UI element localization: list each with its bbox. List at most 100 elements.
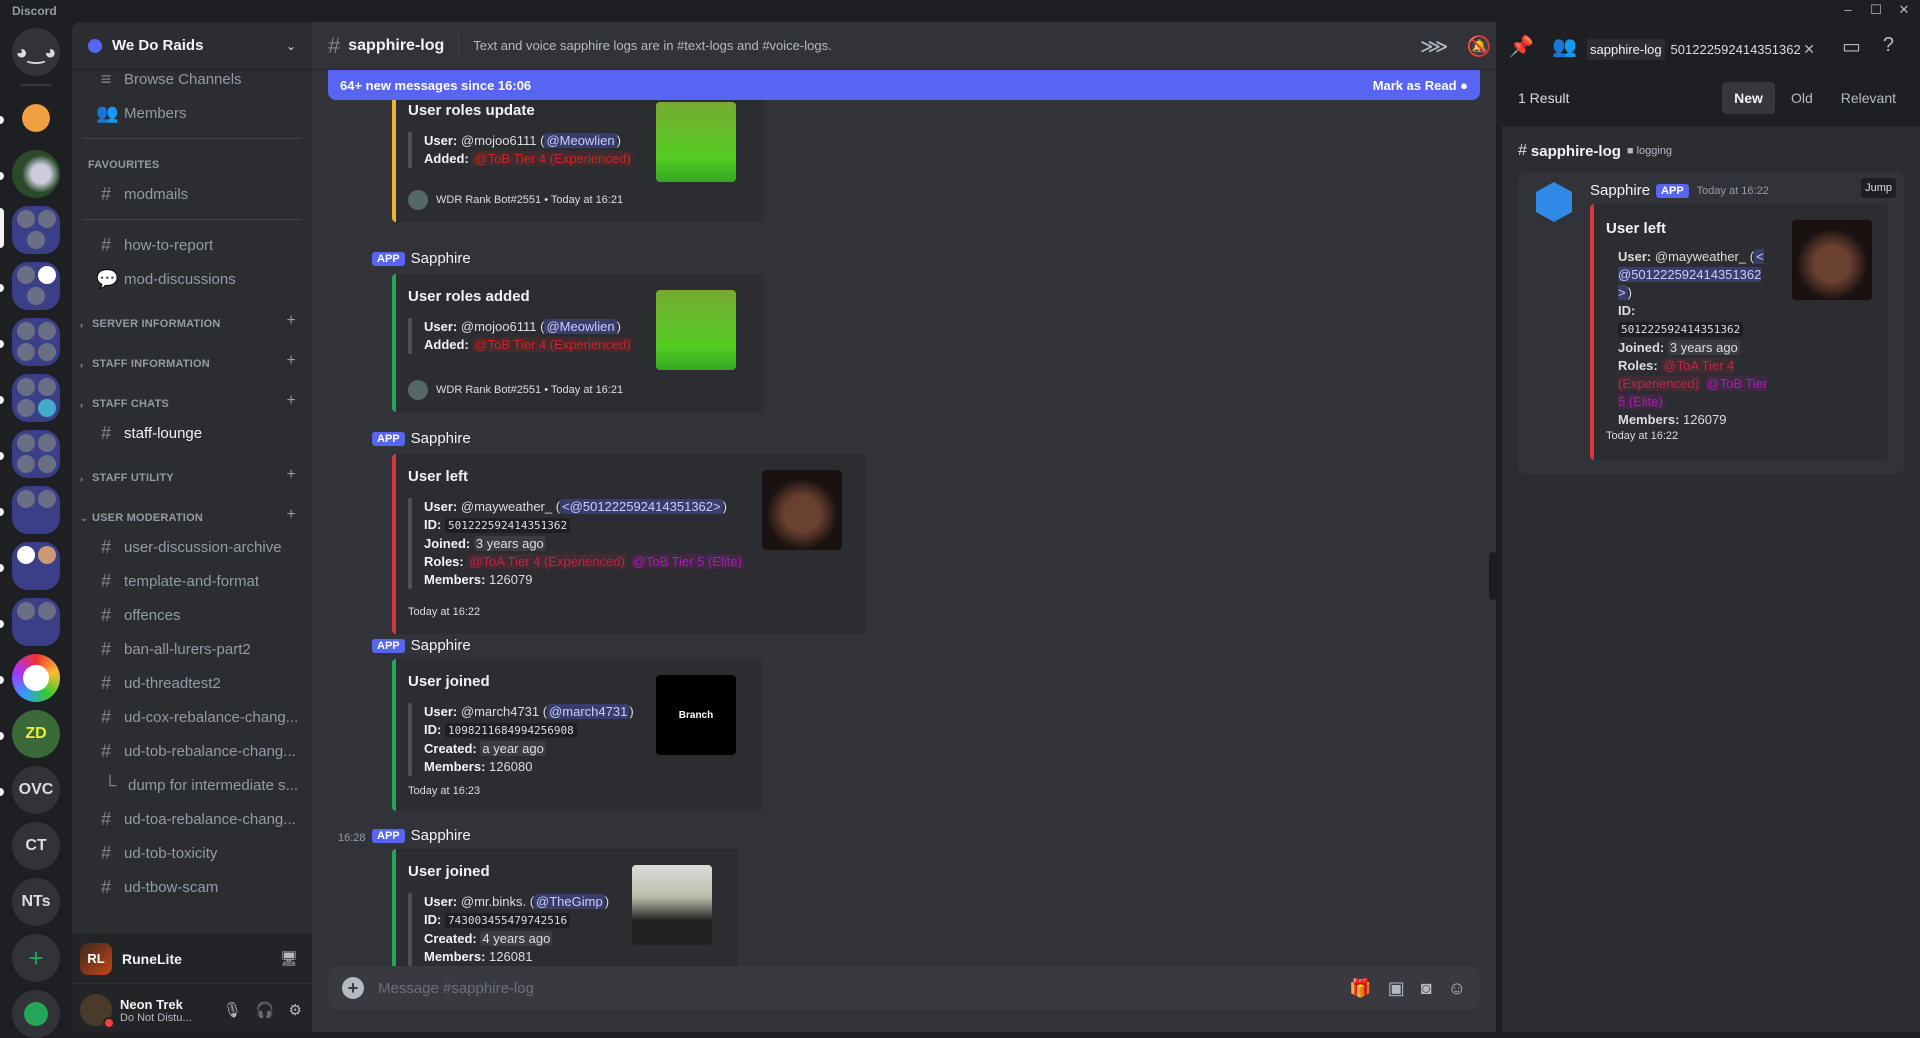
user-mention[interactable]: @Meowlien xyxy=(544,319,617,334)
embed-thumbnail[interactable] xyxy=(656,290,736,370)
role-mention[interactable]: @ToB Tier 4 (Experienced) xyxy=(472,151,633,166)
channel-mod-discussions[interactable]: 💬 mod-discussions xyxy=(80,262,304,296)
result-channel[interactable]: # sapphire-log ■ logging xyxy=(1518,142,1672,160)
search-box[interactable]: sapphire-log 501222592414351362 ✕ xyxy=(1583,35,1823,63)
channel-item[interactable]: # ud-tbow-scam xyxy=(80,870,304,904)
server-folder-5[interactable] xyxy=(12,430,60,478)
channel-staff-lounge[interactable]: # staff-lounge xyxy=(80,416,304,450)
channel-item[interactable]: # ud-tob-toxicity xyxy=(80,836,304,870)
microphone-icon[interactable]: 🎙 xyxy=(223,1001,242,1019)
add-attachment-button[interactable]: + xyxy=(342,977,364,999)
member-list-icon[interactable]: 👥 xyxy=(1552,34,1577,59)
message-author[interactable]: Sapphire xyxy=(411,430,471,447)
server-folder-3[interactable] xyxy=(12,318,60,366)
close-button[interactable]: ✕ xyxy=(1894,2,1914,20)
pin-icon[interactable]: 📌 xyxy=(1509,34,1534,59)
server-folder-4[interactable] xyxy=(12,374,60,422)
category-staff-utility[interactable]: › STAFF UTILITY + xyxy=(72,450,312,490)
guild-header[interactable]: We Do Raids ⌄ xyxy=(72,22,312,70)
channel-item[interactable]: # ud-cox-rebalance-chang... xyxy=(80,700,304,734)
sort-tab-relevant[interactable]: Relevant xyxy=(1829,82,1908,114)
jump-button[interactable]: Jump xyxy=(1861,178,1896,198)
category-user-moderation[interactable]: ⌄ USER MODERATION + xyxy=(72,490,312,530)
threads-icon[interactable]: ⋙ xyxy=(1420,34,1448,59)
channel-item[interactable]: # user-discussion-archive xyxy=(80,530,304,564)
headphones-icon[interactable]: 🎧 xyxy=(256,1001,275,1019)
role-mention[interactable]: @ToA Tier 4 (Experienced) xyxy=(467,554,627,569)
user-mention[interactable]: @TheGimp xyxy=(534,894,605,909)
thread-item[interactable]: └ dump for intermediate s... xyxy=(80,768,304,802)
user-mention[interactable]: @march4731 xyxy=(547,704,630,719)
new-messages-bar[interactable]: 64+ new messages since 16:06 Mark as Rea… xyxy=(328,70,1480,100)
create-channel-icon[interactable]: + xyxy=(286,392,296,410)
category-staff-information[interactable]: › STAFF INFORMATION + xyxy=(72,336,312,376)
channel-item[interactable]: # ban-all-lurers-part2 xyxy=(80,632,304,666)
clear-search-icon[interactable]: ✕ xyxy=(1803,41,1815,58)
server-icon-waffle[interactable] xyxy=(12,94,60,142)
create-channel-icon[interactable]: + xyxy=(286,466,296,484)
home-button[interactable]: ◕‿◕ xyxy=(12,28,60,76)
embed-thumbnail[interactable] xyxy=(1792,220,1872,300)
channel-topic[interactable]: Text and voice sapphire logs are in #tex… xyxy=(473,38,831,53)
sort-tab-old[interactable]: Old xyxy=(1779,82,1825,114)
server-folder-1[interactable] xyxy=(12,206,60,254)
channel-item[interactable]: # ud-toa-rebalance-chang... xyxy=(80,802,304,836)
channel-how-to-report[interactable]: # how-to-report xyxy=(80,228,304,262)
embed-thumbnail[interactable]: Branch xyxy=(656,675,736,755)
message-author[interactable]: Sapphire xyxy=(411,250,471,267)
channel-item[interactable]: # offences xyxy=(80,598,304,632)
server-folder-6[interactable] xyxy=(12,486,60,534)
server-icon-ovc[interactable]: OVC xyxy=(12,766,60,814)
embed-thumbnail[interactable] xyxy=(632,865,712,945)
user-avatar[interactable] xyxy=(80,994,115,1029)
server-icon-zd[interactable]: ZD xyxy=(12,710,60,758)
gear-icon[interactable]: ⚙ xyxy=(289,1001,302,1019)
discover-button[interactable] xyxy=(12,990,60,1038)
mark-as-read-button[interactable]: Mark as Read ● xyxy=(1373,78,1468,93)
gift-icon[interactable]: 🎁 xyxy=(1349,978,1371,999)
server-icon-nts[interactable]: NTs xyxy=(12,878,60,926)
emoji-icon[interactable]: ☺ xyxy=(1448,978,1466,999)
message-author[interactable]: Sapphire xyxy=(1590,182,1650,199)
gif-icon[interactable]: ▣ xyxy=(1388,978,1405,999)
message-author[interactable]: Sapphire xyxy=(411,827,471,844)
add-server-button[interactable]: + xyxy=(12,934,60,982)
embed-thumbnail[interactable] xyxy=(762,470,842,550)
server-icon-green[interactable] xyxy=(12,150,60,198)
search-filter-chip[interactable]: sapphire-log xyxy=(1587,38,1665,60)
inbox-icon[interactable]: ▭ xyxy=(1842,34,1861,59)
scrollbar-thumb[interactable] xyxy=(1489,552,1497,600)
maximize-button[interactable]: ☐ xyxy=(1866,2,1886,20)
create-channel-icon[interactable]: + xyxy=(286,506,296,524)
sort-tab-new[interactable]: New xyxy=(1722,82,1775,114)
server-icon-ct[interactable]: CT xyxy=(12,822,60,870)
message-author[interactable]: Sapphire xyxy=(411,637,471,654)
create-channel-icon[interactable]: + xyxy=(286,352,296,370)
channel-item[interactable]: # template-and-format xyxy=(80,564,304,598)
user-mention[interactable]: <@501222592414351362> xyxy=(560,499,723,514)
sticker-icon[interactable]: ◙ xyxy=(1421,978,1432,999)
embed-thumbnail[interactable] xyxy=(656,102,736,182)
role-mention[interactable]: @ToB Tier 5 (Elite) xyxy=(630,554,744,569)
members-item[interactable]: 👥 Members xyxy=(80,96,304,130)
user-mention[interactable]: @Meowlien xyxy=(544,133,617,148)
server-folder-2[interactable] xyxy=(12,262,60,310)
help-icon[interactable]: ? xyxy=(1883,34,1894,59)
search-input[interactable]: 501222592414351362 xyxy=(1671,42,1801,57)
minimize-button[interactable]: – xyxy=(1838,2,1858,20)
server-folder-7[interactable] xyxy=(12,542,60,590)
channel-item[interactable]: # ud-tob-rebalance-chang... xyxy=(80,734,304,768)
category-favourites[interactable]: FAVOURITES xyxy=(72,147,312,177)
create-channel-icon[interactable]: + xyxy=(286,312,296,330)
message-input[interactable]: Message #sapphire-log xyxy=(378,980,534,997)
message-composer[interactable]: + Message #sapphire-log 🎁 ▣ ◙ ☺ xyxy=(328,966,1480,1010)
category-server-information[interactable]: › SERVER INFORMATION + xyxy=(72,296,312,336)
mute-bell-icon[interactable]: 🔕 xyxy=(1466,34,1491,59)
channel-item[interactable]: # ud-threadtest2 xyxy=(80,666,304,700)
category-staff-chats[interactable]: › STAFF CHATS + xyxy=(72,376,312,416)
search-result[interactable]: Sapphire APP Today at 16:22 Jump User le… xyxy=(1518,172,1904,474)
role-mention[interactable]: @ToB Tier 4 (Experienced) xyxy=(472,337,633,352)
server-icon-gear[interactable] xyxy=(12,654,60,702)
share-screen-icon[interactable]: 🖥 xyxy=(280,950,298,967)
server-folder-8[interactable] xyxy=(12,598,60,646)
